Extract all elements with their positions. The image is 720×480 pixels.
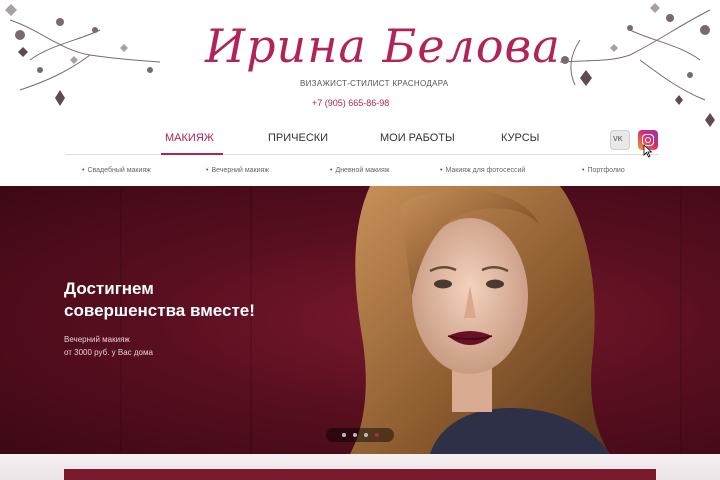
subnav-label: Свадебный макияж [87,167,151,174]
site-logo[interactable]: Ирина Белова [205,14,560,78]
site-subtitle: ВИЗАЖИСТ-СТИЛИСТ КРАСНОДАРА [300,79,449,88]
slider-dot-active[interactable] [375,433,379,437]
nav-item-portfolio[interactable]: МОИ РАБОТЫ [380,132,455,144]
main-nav: МАКИЯЖ ПРИЧЕСКИ МОИ РАБОТЫ КУРСЫ [65,126,659,156]
subnav-item-evening[interactable]: • Вечерний макияж [206,167,269,174]
subnav-item-gallery[interactable]: • Портфолио [582,167,625,174]
hero-service-name: Вечерний макияж [64,335,130,344]
subnav-label: Портфолио [587,167,625,174]
model-portrait-image [350,186,610,454]
nav-divider [65,154,659,155]
hero-headline-line: Достигнем [64,279,154,298]
sub-nav: • Свадебный макияж • Вечерний макияж • Днев… [0,160,720,184]
subnav-item-photoshoot[interactable]: • Макияж для фотосессий [440,167,525,174]
nav-item-hairstyles[interactable]: ПРИЧЕСКИ [268,132,328,144]
subnav-item-daytime[interactable]: • Дневной макияж [330,167,389,174]
nav-item-courses[interactable]: КУРСЫ [501,132,539,144]
slider-dot[interactable] [342,433,346,437]
nav-item-makeup[interactable]: МАКИЯЖ [165,132,214,144]
hero-headline: Достигнем совершенства вместе! [64,278,324,322]
hero-banner: Достигнем совершенства вместе! Вечерний … [0,186,720,454]
subnav-label: Макияж для фотосессий [445,167,526,174]
vk-icon-label: VK [613,136,623,143]
floral-ornament-left-icon [5,4,161,106]
bullet-icon: • [206,167,209,174]
site-header: Ирина Белова ВИЗАЖИСТ-СТИЛИСТ КРАСНОДАРА… [0,0,720,186]
bullet-icon: • [82,167,85,174]
slider-dot[interactable] [364,433,368,437]
hero-headline-line: совершенства вместе! [64,301,255,320]
subnav-item-wedding[interactable]: • Свадебный макияж [82,167,151,174]
nav-active-indicator [161,153,223,155]
hero-description: Вечерний макияж от 3000 руб. у Вас дома [64,333,153,359]
slider-pagination [326,428,394,442]
hero-price: от 3000 руб. у Вас дома [64,348,153,357]
curtain-fold [680,186,682,454]
vk-icon[interactable]: VK [610,130,630,150]
mouse-pointer-icon [643,144,653,158]
subnav-label: Дневной макияж [335,167,390,174]
content-section-top [64,469,656,480]
subnav-label: Вечерний макияж [211,167,269,174]
bullet-icon: • [330,167,333,174]
bullet-icon: • [440,167,443,174]
phone-number[interactable]: +7 (905) 665-86-98 [312,98,432,108]
slider-dot[interactable] [353,433,357,437]
bullet-icon: • [582,167,585,174]
